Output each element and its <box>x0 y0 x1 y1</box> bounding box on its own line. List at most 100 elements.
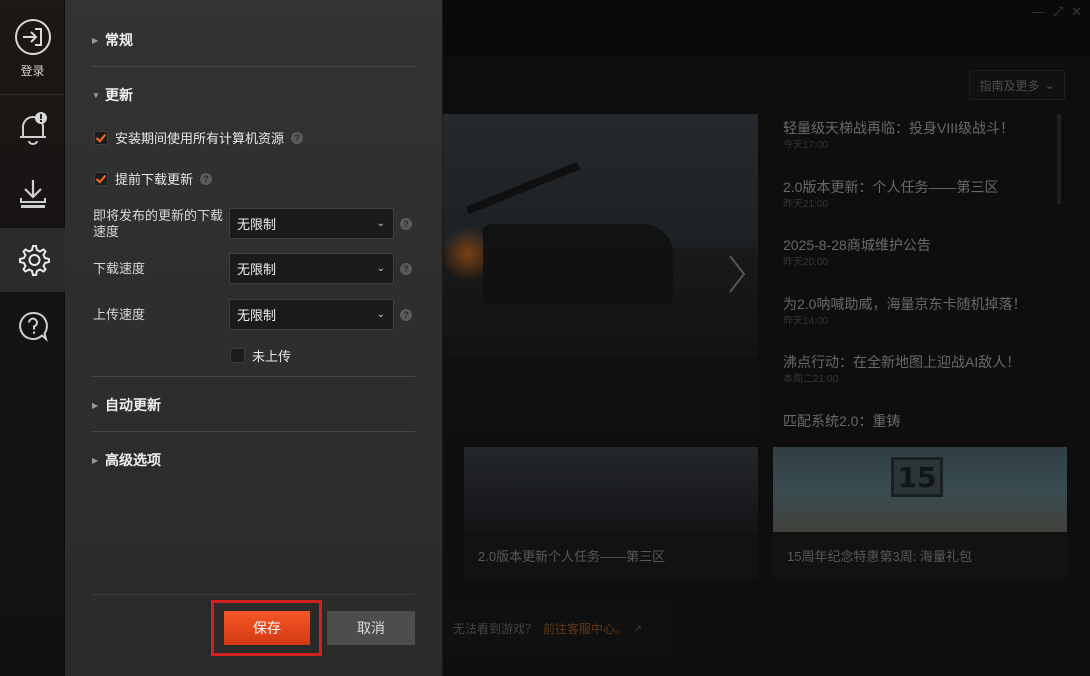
divider <box>92 376 415 377</box>
downloads-button[interactable] <box>0 163 65 225</box>
download-icon <box>19 180 46 208</box>
upcoming-speed-select[interactable]: 无限制 ⌄ <box>229 208 394 239</box>
section-title: 高级选项 <box>105 452 161 468</box>
triangle-right-icon: ▶ <box>92 400 99 410</box>
upload-speed-label: 上传速度 <box>93 307 146 322</box>
save-button[interactable]: 保存 <box>224 611 310 645</box>
news-item[interactable]: 2.0版本更新：个人任务——第三区 昨天21:00 <box>783 177 1055 236</box>
download-speed-label: 下载速度 <box>93 261 146 276</box>
not-uploaded-checkbox[interactable] <box>230 348 245 363</box>
news-title: 轻量级天梯战再临：投身VIII级战斗！ <box>783 120 1015 136</box>
triangle-right-icon: ▶ <box>92 35 99 45</box>
section-title: 常规 <box>105 32 133 48</box>
external-link-icon: ↗ <box>633 623 643 635</box>
news-list: 轻量级天梯战再临：投身VIII级战斗！ 今天17:00 2.0版本更新：个人任务… <box>783 118 1055 430</box>
background-launcher-view: — ⤢ ✕ 指南及更多 ⌄ 轻量级天梯战再临：投身VIII级战斗！ 今天17:0… <box>443 0 1090 676</box>
cancel-button[interactable]: 取消 <box>327 611 415 645</box>
login-icon <box>14 18 51 55</box>
login-button[interactable]: 登录 <box>0 6 65 90</box>
guide-button-label: 指南及更多 <box>979 78 1040 93</box>
news-scrollbar[interactable] <box>1057 114 1061 204</box>
use-all-resources-label: 安装期间使用所有计算机资源 <box>115 131 285 146</box>
window-controls: — ⤢ ✕ <box>1032 4 1082 20</box>
select-value: 无限制 <box>237 262 277 277</box>
card-image: 15 <box>773 447 1067 532</box>
chevron-down-icon: ⌄ <box>376 263 385 274</box>
support-bar: 无法看到游戏？ 前往客服中心。 ↗ <box>443 600 673 657</box>
section-update[interactable]: ▼ 更新 <box>92 85 133 105</box>
download-speed-select[interactable]: 无限制 ⌄ <box>229 253 394 284</box>
news-title: 沸点行动：在全新地图上迎战AI敌人！ <box>783 354 1021 370</box>
predownload-option: 提前下载更新 ? <box>94 169 213 188</box>
news-time: 昨天14:00 <box>783 315 829 327</box>
check-icon <box>95 133 107 143</box>
use-all-resources-option: 安装期间使用所有计算机资源 ? <box>94 128 304 147</box>
chevron-down-icon: ⌄ <box>376 309 385 320</box>
footer-divider <box>92 594 415 595</box>
gear-icon <box>18 245 50 276</box>
predownload-label: 提前下载更新 <box>115 172 194 187</box>
news-item[interactable]: 轻量级天梯战再临：投身VIII级战斗！ 今天17:00 <box>783 118 1055 177</box>
news-item[interactable]: 沸点行动：在全新地图上迎战AI敌人！ 本周二21:00 <box>783 352 1055 411</box>
minimize-icon[interactable]: — <box>1032 4 1045 20</box>
news-time: 本周二21:00 <box>783 374 839 385</box>
help-tooltip-icon[interactable]: ? <box>200 172 213 185</box>
news-card[interactable]: 15 15周年纪念特惠第3周: 海量礼包 <box>773 447 1067 579</box>
news-time: 今天17:00 <box>783 140 829 151</box>
help-tooltip-icon[interactable]: ? <box>400 263 412 275</box>
login-label: 登录 <box>20 63 45 78</box>
anniversary-badge: 15 <box>891 457 943 497</box>
divider <box>92 66 415 67</box>
divider <box>92 431 415 432</box>
help-icon <box>18 311 48 342</box>
upcoming-speed-label: 即将发布的更新的下载速度 <box>93 208 224 239</box>
news-item[interactable]: 为2.0呐喊助威，海量京东卡随机掉落！ 昨天14:00 <box>783 294 1055 353</box>
news-title: 2025-8-28商城维护公告 <box>783 237 931 253</box>
section-general[interactable]: ▶ 常规 <box>92 30 133 50</box>
support-question: 无法看到游戏？ <box>453 622 538 636</box>
check-icon <box>95 174 107 184</box>
help-tooltip-icon[interactable]: ? <box>400 218 412 230</box>
news-item[interactable]: 匹配系统2.0：重铸 <box>783 411 1055 431</box>
section-auto-update[interactable]: ▶ 自动更新 <box>92 395 161 415</box>
top-bar: — ⤢ ✕ <box>443 0 1090 55</box>
rail-divider <box>0 94 65 95</box>
not-uploaded-label: 未上传 <box>252 349 292 364</box>
triangle-right-icon: ▶ <box>92 455 99 465</box>
card-image <box>464 447 758 532</box>
not-uploaded-option: 未上传 <box>230 346 291 365</box>
select-value: 无限制 <box>237 308 277 323</box>
upload-speed-select[interactable]: 无限制 ⌄ <box>229 299 394 330</box>
guide-button[interactable]: 指南及更多 ⌄ <box>969 70 1065 100</box>
help-tooltip-icon[interactable]: ? <box>400 309 412 321</box>
card-caption: 2.0版本更新个人任务——第三区 <box>478 549 666 564</box>
settings-button[interactable] <box>0 228 65 292</box>
help-button[interactable] <box>0 295 65 357</box>
predownload-checkbox[interactable] <box>94 171 108 186</box>
support-link[interactable]: 前往客服中心。 <box>543 620 627 637</box>
chevron-down-icon: ⌄ <box>376 218 385 229</box>
maximize-icon[interactable]: ⤢ <box>1053 4 1063 20</box>
hero-banner[interactable] <box>443 114 758 357</box>
news-time: 昨天21:00 <box>783 198 829 210</box>
select-value: 无限制 <box>237 217 277 232</box>
chevron-down-icon: ⌄ <box>1044 78 1055 92</box>
help-tooltip-icon[interactable]: ? <box>291 131 304 144</box>
news-title: 为2.0呐喊助威，海量京东卡随机掉落！ <box>783 295 1027 312</box>
hero-footer <box>443 357 758 437</box>
news-time: 昨天20:00 <box>783 257 829 268</box>
news-card[interactable]: 2.0版本更新个人任务——第三区 <box>464 447 758 579</box>
settings-panel: ▶ 常规 ▼ 更新 安装期间使用所有计算机资源 ? 提前下载更新 ? 即将发布的… <box>65 0 443 676</box>
triangle-down-icon: ▼ <box>92 90 100 100</box>
chevron-right-icon[interactable] <box>726 254 748 294</box>
notifications-button[interactable] <box>0 97 65 159</box>
news-item[interactable]: 2025-8-28商城维护公告 昨天20:00 <box>783 235 1055 294</box>
section-title: 更新 <box>105 87 133 103</box>
close-icon[interactable]: ✕ <box>1071 4 1082 20</box>
card-caption: 15周年纪念特惠第3周: 海量礼包 <box>787 549 972 564</box>
use-all-resources-checkbox[interactable] <box>94 130 108 145</box>
bell-icon <box>19 112 47 145</box>
left-sidebar: 登录 <box>0 0 65 676</box>
section-advanced[interactable]: ▶ 高级选项 <box>92 450 161 470</box>
news-title: 匹配系统2.0：重铸 <box>783 412 901 429</box>
